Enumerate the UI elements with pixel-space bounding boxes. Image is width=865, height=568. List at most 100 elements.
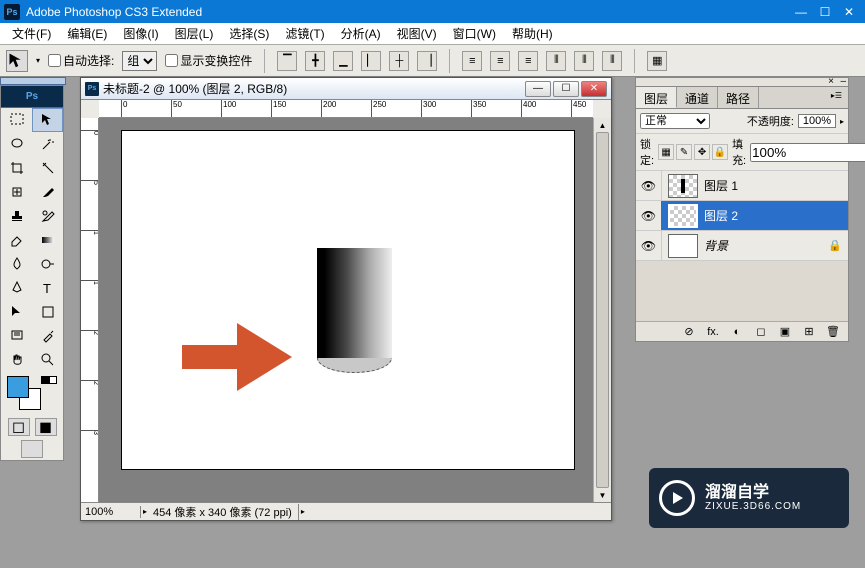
foreground-color-swatch[interactable] [7, 376, 29, 398]
lock-transparency-icon[interactable]: ▦ [658, 144, 674, 160]
align-bottom-icon[interactable]: ▁ [333, 51, 353, 71]
gradient-tool[interactable] [32, 228, 63, 252]
layer-thumbnail[interactable] [668, 234, 698, 258]
history-brush-tool[interactable] [32, 204, 63, 228]
align-left-icon[interactable]: ▏ [361, 51, 381, 71]
auto-select-type[interactable]: 组 [122, 51, 157, 71]
swap-colors-icon[interactable] [41, 376, 57, 384]
stamp-tool[interactable] [1, 204, 32, 228]
type-tool[interactable]: T [32, 276, 63, 300]
panel-close-icon[interactable]: × [828, 76, 834, 87]
pen-tool[interactable] [1, 276, 32, 300]
window-close-button[interactable]: ✕ [837, 3, 861, 21]
menu-help[interactable]: 帮助(H) [504, 25, 561, 42]
layer-effects-icon[interactable]: fx. [704, 326, 722, 338]
panel-minimize-icon[interactable]: – [840, 76, 846, 87]
menu-filter[interactable]: 滤镜(T) [277, 25, 332, 42]
workspace-icon[interactable]: ▦ [647, 51, 667, 71]
opacity-slider-icon[interactable]: ▸ [840, 117, 844, 126]
visibility-toggle-icon[interactable]: 👁 [636, 231, 662, 260]
panel-menu-icon[interactable]: ▸☰ [825, 87, 848, 108]
auto-select-checkbox[interactable]: 自动选择: [48, 52, 114, 69]
scrollbar-thumb[interactable] [596, 132, 609, 488]
layer-name[interactable]: 图层 1 [704, 177, 848, 194]
window-minimize-button[interactable]: — [789, 3, 813, 21]
distribute-left-icon[interactable]: ⦀ [546, 51, 566, 71]
document-titlebar[interactable]: Ps 未标题-2 @ 100% (图层 2, RGB/8) — ☐ ✕ [81, 78, 611, 100]
shape-tool[interactable] [32, 300, 63, 324]
lock-pixels-icon[interactable]: ✎ [676, 144, 692, 160]
layer-name[interactable]: 图层 2 [704, 207, 848, 224]
quickmask-mode-icon[interactable]: ◼ [35, 418, 57, 436]
blend-mode-select[interactable]: 正常 [640, 113, 710, 129]
notes-tool[interactable] [1, 324, 32, 348]
layer-row[interactable]: 👁 图层 2 [636, 201, 848, 231]
visibility-toggle-icon[interactable]: 👁 [636, 171, 662, 200]
distribute-hcenter-icon[interactable]: ⦀ [574, 51, 594, 71]
path-selection-tool[interactable] [1, 300, 32, 324]
canvas[interactable] [121, 130, 575, 470]
zoom-tool[interactable] [32, 348, 63, 372]
layer-row[interactable]: 👁 图层 1 [636, 171, 848, 201]
show-transform-checkbox[interactable]: 显示变换控件 [165, 52, 252, 69]
panel-grip[interactable]: × – [635, 77, 849, 87]
lasso-tool[interactable] [1, 132, 32, 156]
move-tool[interactable] [32, 108, 63, 132]
toolbox-grip[interactable] [0, 77, 66, 85]
eraser-tool[interactable] [1, 228, 32, 252]
layer-mask-icon[interactable]: ◐ [728, 326, 746, 338]
visibility-toggle-icon[interactable]: 👁 [636, 201, 662, 230]
delete-layer-icon[interactable]: 🗑 [824, 325, 842, 338]
menu-edit[interactable]: 编辑(E) [59, 25, 115, 42]
align-hcenter-icon[interactable]: ┼ [389, 51, 409, 71]
tab-layers[interactable]: 图层 [636, 87, 677, 108]
doc-minimize-button[interactable]: — [525, 81, 551, 97]
scroll-up-icon[interactable]: ▲ [594, 118, 611, 132]
opacity-field[interactable] [798, 114, 836, 128]
adjustment-layer-icon[interactable]: ◻ [752, 325, 770, 338]
color-swatches[interactable] [1, 372, 63, 416]
distribute-bottom-icon[interactable]: ≡ [518, 51, 538, 71]
tab-paths[interactable]: 路径 [718, 87, 759, 108]
vertical-scrollbar[interactable]: ▲ ▼ [593, 118, 611, 502]
menu-select[interactable]: 选择(S) [221, 25, 277, 42]
distribute-vcenter-icon[interactable]: ≡ [490, 51, 510, 71]
doc-maximize-button[interactable]: ☐ [553, 81, 579, 97]
layer-thumbnail[interactable] [668, 174, 698, 198]
crop-tool[interactable] [1, 156, 32, 180]
link-layers-icon[interactable]: ⊘ [680, 325, 698, 338]
menu-file[interactable]: 文件(F) [4, 25, 59, 42]
layer-group-icon[interactable]: ▣ [776, 325, 794, 338]
standard-mode-icon[interactable]: ◻ [8, 418, 30, 436]
screen-mode-icon[interactable] [21, 440, 43, 458]
align-top-icon[interactable]: ▔ [277, 51, 297, 71]
info-menu-icon[interactable]: ▸ [301, 507, 305, 516]
doc-close-button[interactable]: ✕ [581, 81, 607, 97]
lock-position-icon[interactable]: ✥ [694, 144, 710, 160]
marquee-tool[interactable] [1, 108, 32, 132]
align-vcenter-icon[interactable]: ╋ [305, 51, 325, 71]
magic-wand-tool[interactable] [32, 132, 63, 156]
window-maximize-button[interactable]: ☐ [813, 3, 837, 21]
distribute-top-icon[interactable]: ≡ [462, 51, 482, 71]
zoom-field[interactable]: 100% [81, 506, 141, 518]
layer-row[interactable]: 👁 背景 🔒 [636, 231, 848, 261]
move-tool-icon[interactable] [6, 50, 28, 72]
menu-window[interactable]: 窗口(W) [445, 25, 504, 42]
fill-field[interactable] [750, 143, 865, 162]
canvas-area[interactable] [99, 118, 593, 502]
blur-tool[interactable] [1, 252, 32, 276]
slice-tool[interactable] [32, 156, 63, 180]
healing-tool[interactable] [1, 180, 32, 204]
layer-thumbnail[interactable] [668, 204, 698, 228]
tab-channels[interactable]: 通道 [677, 87, 718, 108]
menu-layer[interactable]: 图层(L) [167, 25, 222, 42]
scroll-down-icon[interactable]: ▼ [594, 488, 611, 502]
distribute-right-icon[interactable]: ⦀ [602, 51, 622, 71]
lock-all-icon[interactable]: 🔒 [712, 144, 728, 160]
new-layer-icon[interactable]: ⊞ [800, 325, 818, 338]
dodge-tool[interactable] [32, 252, 63, 276]
layer-name[interactable]: 背景 [704, 237, 828, 254]
align-right-icon[interactable]: ▕ [417, 51, 437, 71]
menu-view[interactable]: 视图(V) [389, 25, 445, 42]
